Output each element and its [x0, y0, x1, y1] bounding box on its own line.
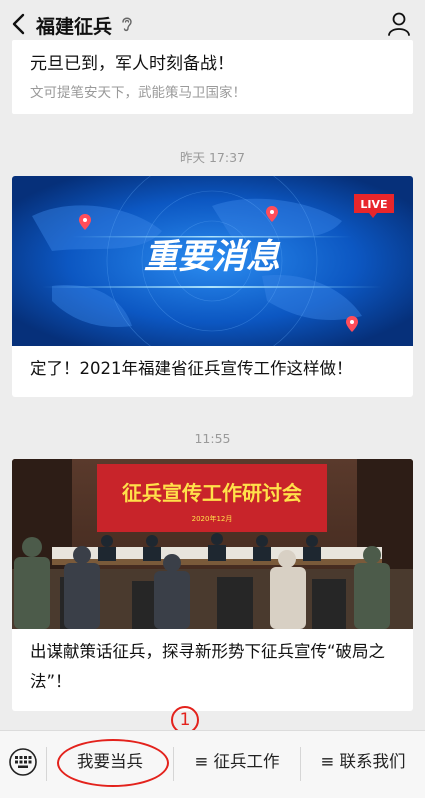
meeting-banner-title: 征兵宣传工作研讨会 — [122, 481, 302, 505]
timestamp: 昨天 17:37 — [180, 150, 245, 165]
article-card-1[interactable]: 重要消息 LIVE 定了！2021年福建省征兵宣传工作这样做！ — [12, 176, 413, 397]
article-banner-image: 重要消息 LIVE — [12, 176, 413, 346]
banner-headline: 重要消息 — [144, 237, 281, 277]
menu-item-recruitment-work[interactable]: ≡ 征兵工作 — [174, 731, 300, 798]
meeting-banner-date: 2020年12月 — [192, 514, 233, 523]
article-card-2[interactable]: 征兵宣传工作研讨会 2020年12月 出谋献策话征兵，探寻新形势下征兵宣传“破局… — [12, 459, 413, 711]
message-line-1: 元旦已到，军人时刻备战！ — [30, 54, 234, 74]
article-title: 定了！2021年福建省征兵宣传工作这样做！ — [30, 359, 353, 378]
article-title: 出谋献策话征兵，探寻新形势下征兵宣传“破局之法”！ — [30, 642, 386, 691]
svg-text:LIVE: LIVE — [360, 198, 387, 211]
profile-icon[interactable] — [387, 11, 411, 37]
keyboard-icon[interactable] — [8, 747, 38, 777]
message-card-text[interactable]: 元旦已到，军人时刻备战！ 文可提笔安天下，武能策马卫国家！ — [12, 40, 413, 114]
menu-item-contact-us[interactable]: ≡ 联系我们 — [301, 731, 425, 798]
article-meeting-photo: 征兵宣传工作研讨会 2020年12月 — [12, 459, 413, 629]
bottom-menu-bar: 我要当兵 ≡ 征兵工作 ≡ 联系我们 — [0, 730, 425, 798]
timestamp: 11:55 — [194, 431, 231, 446]
back-arrow-icon[interactable] — [8, 11, 32, 37]
message-line-2: 文可提笔安天下，武能策马卫国家！ — [30, 85, 246, 101]
ear-icon — [122, 17, 132, 32]
page-title: 福建征兵 — [36, 16, 113, 38]
highlight-ring — [57, 739, 169, 787]
